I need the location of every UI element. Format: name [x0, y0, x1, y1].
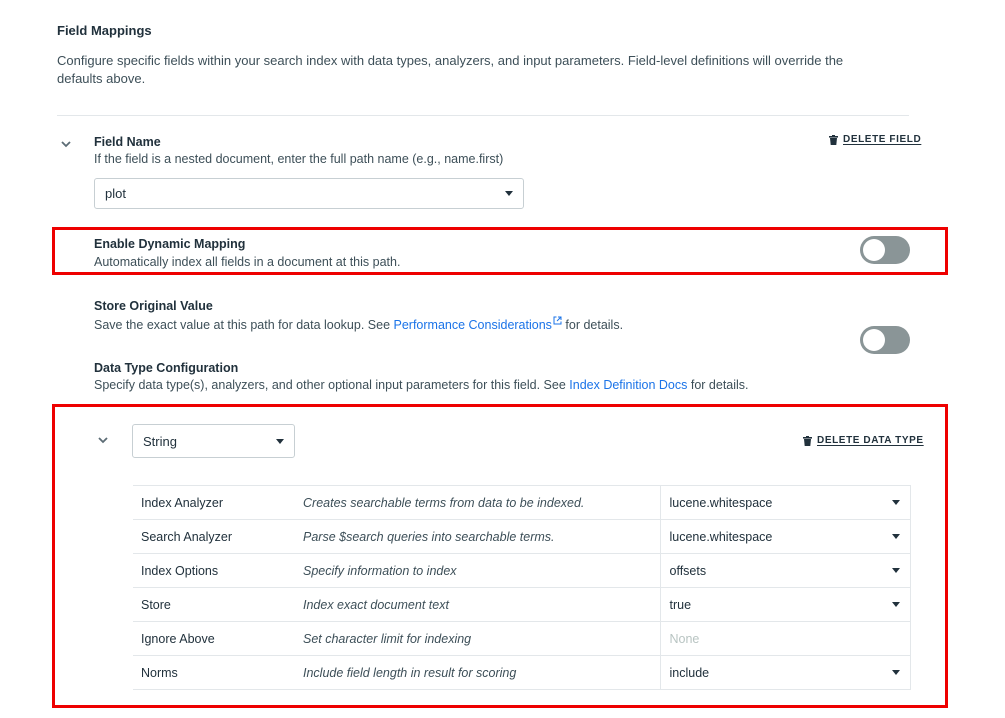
dynamic-mapping-description: Automatically index all fields in a docu…: [94, 255, 401, 269]
store-original-toggle[interactable]: [860, 326, 910, 354]
store-original-description-suffix: for details.: [561, 318, 624, 332]
param-value: lucene.whitespace: [669, 495, 773, 510]
trash-icon: [829, 134, 838, 145]
index-definition-docs-link[interactable]: Index Definition Docs: [569, 378, 687, 392]
table-row: Norms Include field length in result for …: [133, 655, 911, 690]
param-value-select[interactable]: lucene.whitespace: [661, 530, 910, 544]
param-description: Parse $search queries into searchable te…: [303, 519, 660, 554]
caret-down-icon: [891, 534, 900, 539]
param-name: Store: [133, 587, 303, 622]
data-type-collapse-chevron-icon[interactable]: [97, 434, 109, 446]
param-description: Set character limit for indexing: [303, 621, 660, 656]
delete-data-type-label: DELETE DATA TYPE: [817, 435, 924, 446]
data-type-params-table: Index Analyzer Creates searchable terms f…: [133, 485, 911, 690]
param-value-select[interactable]: true: [661, 598, 910, 612]
store-original-description: Save the exact value at this path for da…: [94, 316, 623, 332]
param-name: Ignore Above: [133, 621, 303, 656]
param-value-select[interactable]: offsets: [661, 564, 910, 578]
delete-field-button[interactable]: DELETE FIELD: [829, 134, 921, 145]
param-description: Creates searchable terms from data to be…: [303, 485, 660, 520]
table-row: Ignore Above Set character limit for inde…: [133, 621, 911, 656]
section-title: Field Mappings: [57, 23, 152, 38]
data-type-select[interactable]: String: [132, 424, 295, 458]
table-row: Index Analyzer Creates searchable terms f…: [133, 485, 911, 520]
table-row: Store Index exact document text true: [133, 587, 911, 622]
caret-down-icon: [276, 438, 284, 444]
caret-down-icon: [891, 500, 900, 505]
toggle-knob: [863, 329, 885, 351]
section-description: Configure specific fields within your se…: [57, 53, 844, 86]
toggle-knob: [863, 239, 885, 261]
param-value-cell: include: [659, 655, 911, 690]
field-collapse-chevron-icon[interactable]: [60, 138, 72, 150]
caret-down-icon: [891, 670, 900, 675]
param-name: Index Analyzer: [133, 485, 303, 520]
field-name-label: Field Name: [94, 135, 161, 149]
dynamic-mapping-label: Enable Dynamic Mapping: [94, 237, 246, 251]
data-type-config-description-suffix: for details.: [687, 378, 749, 392]
param-description: Specify information to index: [303, 553, 660, 588]
dynamic-mapping-toggle[interactable]: [860, 236, 910, 264]
param-description: Index exact document text: [303, 587, 660, 622]
field-name-hint: If the field is a nested document, enter…: [94, 152, 504, 166]
field-name-value: plot: [105, 186, 126, 201]
data-type-config-description: Specify data type(s), analyzers, and oth…: [94, 378, 749, 392]
store-original-label: Store Original Value: [94, 299, 213, 313]
caret-down-icon: [891, 568, 900, 573]
caret-down-icon: [891, 602, 900, 607]
param-value-cell: true: [659, 587, 911, 622]
performance-considerations-link[interactable]: Performance Considerations: [394, 318, 552, 332]
trash-icon: [803, 435, 812, 446]
delete-field-label: DELETE FIELD: [843, 134, 922, 145]
param-name: Search Analyzer: [133, 519, 303, 554]
param-value-cell: offsets: [659, 553, 911, 588]
divider: [57, 115, 909, 116]
param-value: include: [669, 665, 710, 680]
param-value-cell: None: [659, 621, 911, 656]
external-link-icon: [553, 316, 562, 325]
field-name-select[interactable]: plot: [94, 178, 524, 209]
delete-data-type-button[interactable]: DELETE DATA TYPE: [803, 435, 924, 446]
param-description: Include field length in result for scori…: [303, 655, 660, 690]
param-value-select[interactable]: include: [661, 666, 910, 680]
param-value-cell: lucene.whitespace: [659, 519, 911, 554]
param-name: Norms: [133, 655, 303, 690]
data-type-config-description-prefix: Specify data type(s), analyzers, and oth…: [94, 378, 570, 392]
data-type-config-label: Data Type Configuration: [94, 361, 239, 375]
data-type-value: String: [143, 433, 177, 449]
param-value: lucene.whitespace: [669, 529, 773, 544]
store-original-description-prefix: Save the exact value at this path for da…: [94, 318, 394, 332]
param-name: Index Options: [133, 553, 303, 588]
param-value-select[interactable]: lucene.whitespace: [661, 496, 910, 510]
caret-down-icon: [505, 191, 513, 196]
table-row: Index Options Specify information to inde…: [133, 553, 911, 588]
table-row: Search Analyzer Parse $search queries int…: [133, 519, 911, 554]
param-value: offsets: [669, 563, 707, 578]
param-value: true: [669, 597, 692, 612]
param-value-input[interactable]: None: [661, 632, 910, 646]
param-value-cell: lucene.whitespace: [659, 485, 911, 520]
